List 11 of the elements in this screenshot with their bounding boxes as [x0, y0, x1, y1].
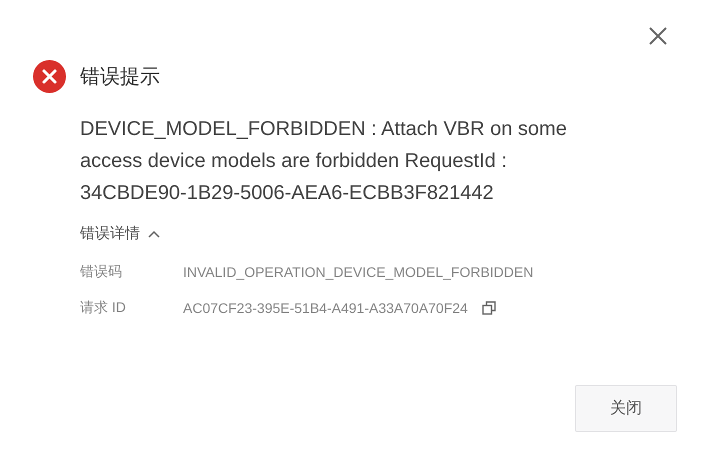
close-dialog-button[interactable]: 关闭: [575, 385, 677, 432]
chevron-icon: [148, 230, 160, 238]
detail-label: 错误码: [80, 263, 123, 281]
copy-icon[interactable]: [482, 301, 496, 315]
dialog-title: 错误提示: [80, 65, 160, 90]
detail-value: AC07CF23-395E-51B4-A491-A33A70A70F24: [183, 300, 468, 316]
error-icon: [33, 60, 66, 93]
error-message: DEVICE_MODEL_FORBIDDEN : Attach VBR on some access device models are forbidden RequestId : 34CBDE90-1B29-5006-AEA6-ECBB3F821442: [80, 117, 568, 206]
detail-value: INVALID_OPERATION_DEVICE_MODEL_FORBIDDEN: [183, 264, 534, 280]
details-toggle[interactable]: 错误详情: [80, 224, 160, 243]
detail-label: 请求 ID: [80, 299, 127, 317]
